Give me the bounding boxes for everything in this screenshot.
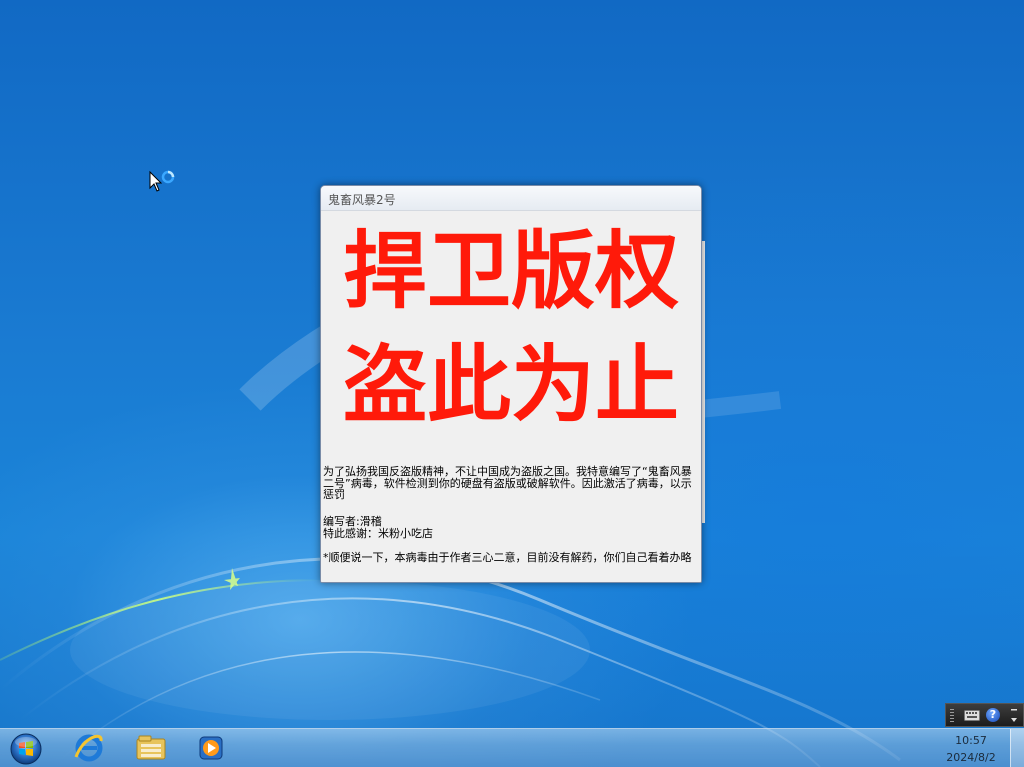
clock-date: 2024/8/2: [946, 751, 996, 764]
options-icon[interactable]: [1009, 707, 1019, 724]
slogan-line-1: 捍卫版权: [342, 223, 679, 319]
media-player-icon: [199, 736, 223, 760]
message-intro: 为了弘扬我国反盗版精神，不让中国成为盗版之国。我特意编写了“鬼畜风暴二号”病毒，…: [323, 465, 692, 501]
slogan-line-2: 盗此为止: [342, 337, 679, 433]
langbar-grip[interactable]: [950, 709, 954, 722]
show-desktop-button[interactable]: [1010, 729, 1024, 767]
thanks-line: 特此感谢：米粉小吃店: [323, 527, 433, 540]
background-window-edge: [702, 241, 705, 523]
internet-explorer-icon: [74, 734, 103, 762]
windows-orb-icon[interactable]: [6, 732, 46, 766]
help-icon[interactable]: ?: [986, 708, 1000, 722]
taskbar: 10:57 2024/8/2: [0, 728, 1024, 767]
window-title: 鬼畜风暴2号: [328, 193, 396, 207]
window-titlebar[interactable]: 鬼畜风暴2号: [321, 186, 701, 211]
virus-dialog-window[interactable]: 鬼畜风暴2号 捍卫版权 盗此为止 为了弘扬我国反盗版精神，不让中国成为盗版之国。…: [320, 185, 702, 583]
windows-explorer-icon: [136, 735, 166, 760]
busy-cursor-icon: [149, 170, 175, 192]
system-clock[interactable]: 10:57 2024/8/2: [935, 731, 1007, 765]
desktop[interactable]: 鬼畜风暴2号 捍卫版权 盗此为止 为了弘扬我国反盗版精神，不让中国成为盗版之国。…: [0, 0, 1024, 767]
keyboard-icon[interactable]: [964, 710, 980, 721]
internet-explorer-button[interactable]: [68, 731, 110, 765]
note-line: *顺便说一下，本病毒由于作者三心二意，目前没有解药，你们自己看着办略: [323, 551, 692, 564]
clock-time: 10:57: [955, 734, 987, 747]
window-client-area: 捍卫版权 盗此为止 为了弘扬我国反盗版精神，不让中国成为盗版之国。我特意编写了“…: [321, 211, 701, 582]
windows-explorer-button[interactable]: [130, 731, 172, 765]
author-line: 编写者:滑稽: [323, 515, 382, 528]
media-player-button[interactable]: [190, 731, 232, 765]
language-bar[interactable]: ?: [945, 703, 1024, 727]
